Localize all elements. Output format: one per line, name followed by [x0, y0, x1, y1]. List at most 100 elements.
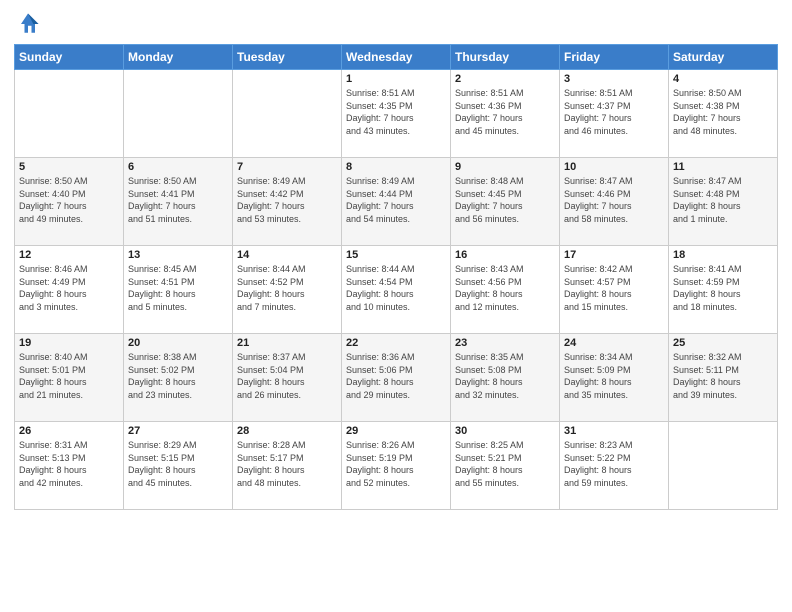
day-number: 27 — [128, 425, 228, 437]
day-info: Sunrise: 8:44 AMSunset: 4:52 PMDaylight:… — [237, 263, 337, 313]
day-info: Sunrise: 8:51 AMSunset: 4:37 PMDaylight:… — [564, 87, 664, 137]
day-info: Sunrise: 8:28 AMSunset: 5:17 PMDaylight:… — [237, 439, 337, 489]
calendar-cell: 13 Sunrise: 8:45 AMSunset: 4:51 PMDayligh… — [124, 246, 233, 334]
calendar-week-row: 26 Sunrise: 8:31 AMSunset: 5:13 PMDayligh… — [15, 422, 778, 510]
day-info: Sunrise: 8:49 AMSunset: 4:42 PMDaylight:… — [237, 175, 337, 225]
weekday-header: Sunday — [15, 45, 124, 70]
day-number: 18 — [673, 249, 773, 261]
calendar-cell: 1 Sunrise: 8:51 AMSunset: 4:35 PMDaylight… — [342, 70, 451, 158]
page: SundayMondayTuesdayWednesdayThursdayFrid… — [0, 0, 792, 612]
calendar-cell: 19 Sunrise: 8:40 AMSunset: 5:01 PMDayligh… — [15, 334, 124, 422]
calendar-cell: 4 Sunrise: 8:50 AMSunset: 4:38 PMDaylight… — [669, 70, 778, 158]
calendar-cell: 28Sunrise: 8:28 AMSunset: 5:17 PMDayligh… — [233, 422, 342, 510]
day-number: 11 — [673, 161, 773, 173]
calendar-cell: 26 Sunrise: 8:31 AMSunset: 5:13 PMDayligh… — [15, 422, 124, 510]
day-info: Sunrise: 8:29 AMSunset: 5:15 PMDaylight:… — [128, 439, 228, 489]
calendar: SundayMondayTuesdayWednesdayThursdayFrid… — [14, 44, 778, 510]
day-number: 5 — [19, 161, 119, 173]
calendar-cell: 27 Sunrise: 8:29 AMSunset: 5:15 PMDayligh… — [124, 422, 233, 510]
calendar-cell: 16 Sunrise: 8:43 AMSunset: 4:56 PMDayligh… — [451, 246, 560, 334]
calendar-cell: 21 Sunrise: 8:37 AMSunset: 5:04 PMDayligh… — [233, 334, 342, 422]
logo-icon — [14, 10, 42, 38]
day-number: 25 — [673, 337, 773, 349]
weekday-header: Tuesday — [233, 45, 342, 70]
weekday-header: Monday — [124, 45, 233, 70]
calendar-cell: 17 Sunrise: 8:42 AMSunset: 4:57 PMDayligh… — [560, 246, 669, 334]
day-number: 8 — [346, 161, 446, 173]
calendar-cell — [15, 70, 124, 158]
day-info: Sunrise: 8:50 AMSunset: 4:40 PMDaylight:… — [19, 175, 119, 225]
logo — [14, 10, 44, 38]
calendar-cell: 12 Sunrise: 8:46 AMSunset: 4:49 PMDayligh… — [15, 246, 124, 334]
calendar-cell: 6 Sunrise: 8:50 AMSunset: 4:41 PMDaylight… — [124, 158, 233, 246]
day-number: 21 — [237, 337, 337, 349]
calendar-cell: 20 Sunrise: 8:38 AMSunset: 5:02 PMDayligh… — [124, 334, 233, 422]
day-info: Sunrise: 8:42 AMSunset: 4:57 PMDaylight:… — [564, 263, 664, 313]
day-number: 4 — [673, 73, 773, 85]
calendar-week-row: 5 Sunrise: 8:50 AMSunset: 4:40 PMDaylight… — [15, 158, 778, 246]
day-number: 2 — [455, 73, 555, 85]
day-number: 7 — [237, 161, 337, 173]
weekday-header: Wednesday — [342, 45, 451, 70]
day-info: Sunrise: 8:36 AMSunset: 5:06 PMDaylight:… — [346, 351, 446, 401]
calendar-week-row: 12 Sunrise: 8:46 AMSunset: 4:49 PMDayligh… — [15, 246, 778, 334]
day-number: 6 — [128, 161, 228, 173]
day-number: 24 — [564, 337, 664, 349]
weekday-header: Saturday — [669, 45, 778, 70]
calendar-cell: 10Sunrise: 8:47 AMSunset: 4:46 PMDayligh… — [560, 158, 669, 246]
calendar-cell: 2 Sunrise: 8:51 AMSunset: 4:36 PMDaylight… — [451, 70, 560, 158]
calendar-cell: 22 Sunrise: 8:36 AMSunset: 5:06 PMDayligh… — [342, 334, 451, 422]
calendar-cell: 8Sunrise: 8:49 AMSunset: 4:44 PMDaylight… — [342, 158, 451, 246]
calendar-cell: 5 Sunrise: 8:50 AMSunset: 4:40 PMDaylight… — [15, 158, 124, 246]
day-info: Sunrise: 8:45 AMSunset: 4:51 PMDaylight:… — [128, 263, 228, 313]
day-info: Sunrise: 8:26 AMSunset: 5:19 PMDaylight:… — [346, 439, 446, 489]
calendar-week-row: 19 Sunrise: 8:40 AMSunset: 5:01 PMDayligh… — [15, 334, 778, 422]
weekday-header: Friday — [560, 45, 669, 70]
day-info: Sunrise: 8:51 AMSunset: 4:36 PMDaylight:… — [455, 87, 555, 137]
day-number: 14 — [237, 249, 337, 261]
calendar-cell: 18 Sunrise: 8:41 AMSunset: 4:59 PMDayligh… — [669, 246, 778, 334]
day-info: Sunrise: 8:25 AMSunset: 5:21 PMDaylight:… — [455, 439, 555, 489]
day-number: 20 — [128, 337, 228, 349]
day-number: 15 — [346, 249, 446, 261]
day-info: Sunrise: 8:31 AMSunset: 5:13 PMDaylight:… — [19, 439, 119, 489]
calendar-cell — [124, 70, 233, 158]
day-info: Sunrise: 8:40 AMSunset: 5:01 PMDaylight:… — [19, 351, 119, 401]
day-info: Sunrise: 8:37 AMSunset: 5:04 PMDaylight:… — [237, 351, 337, 401]
day-info: Sunrise: 8:41 AMSunset: 4:59 PMDaylight:… — [673, 263, 773, 313]
day-info: Sunrise: 8:43 AMSunset: 4:56 PMDaylight:… — [455, 263, 555, 313]
calendar-cell: 24 Sunrise: 8:34 AMSunset: 5:09 PMDayligh… — [560, 334, 669, 422]
calendar-cell: 7 Sunrise: 8:49 AMSunset: 4:42 PMDaylight… — [233, 158, 342, 246]
day-info: Sunrise: 8:50 AMSunset: 4:41 PMDaylight:… — [128, 175, 228, 225]
day-number: 23 — [455, 337, 555, 349]
day-number: 9 — [455, 161, 555, 173]
day-info: Sunrise: 8:46 AMSunset: 4:49 PMDaylight:… — [19, 263, 119, 313]
day-number: 13 — [128, 249, 228, 261]
calendar-cell: 15 Sunrise: 8:44 AMSunset: 4:54 PMDayligh… — [342, 246, 451, 334]
calendar-cell: 11 Sunrise: 8:47 AMSunset: 4:48 PMDayligh… — [669, 158, 778, 246]
day-number: 1 — [346, 73, 446, 85]
day-info: Sunrise: 8:50 AMSunset: 4:38 PMDaylight:… — [673, 87, 773, 137]
calendar-cell: 29 Sunrise: 8:26 AMSunset: 5:19 PMDayligh… — [342, 422, 451, 510]
day-info: Sunrise: 8:32 AMSunset: 5:11 PMDaylight:… — [673, 351, 773, 401]
calendar-week-row: 1 Sunrise: 8:51 AMSunset: 4:35 PMDaylight… — [15, 70, 778, 158]
calendar-cell: 3Sunrise: 8:51 AMSunset: 4:37 PMDaylight… — [560, 70, 669, 158]
day-number: 22 — [346, 337, 446, 349]
day-info: Sunrise: 8:47 AMSunset: 4:48 PMDaylight:… — [673, 175, 773, 225]
day-info: Sunrise: 8:34 AMSunset: 5:09 PMDaylight:… — [564, 351, 664, 401]
day-info: Sunrise: 8:38 AMSunset: 5:02 PMDaylight:… — [128, 351, 228, 401]
day-number: 29 — [346, 425, 446, 437]
day-info: Sunrise: 8:48 AMSunset: 4:45 PMDaylight:… — [455, 175, 555, 225]
calendar-header-row: SundayMondayTuesdayWednesdayThursdayFrid… — [15, 45, 778, 70]
day-number: 12 — [19, 249, 119, 261]
weekday-header: Thursday — [451, 45, 560, 70]
day-number: 10 — [564, 161, 664, 173]
day-number: 26 — [19, 425, 119, 437]
day-info: Sunrise: 8:51 AMSunset: 4:35 PMDaylight:… — [346, 87, 446, 137]
day-number: 16 — [455, 249, 555, 261]
calendar-cell: 31Sunrise: 8:23 AMSunset: 5:22 PMDayligh… — [560, 422, 669, 510]
day-info: Sunrise: 8:35 AMSunset: 5:08 PMDaylight:… — [455, 351, 555, 401]
day-number: 17 — [564, 249, 664, 261]
day-number: 19 — [19, 337, 119, 349]
day-info: Sunrise: 8:44 AMSunset: 4:54 PMDaylight:… — [346, 263, 446, 313]
